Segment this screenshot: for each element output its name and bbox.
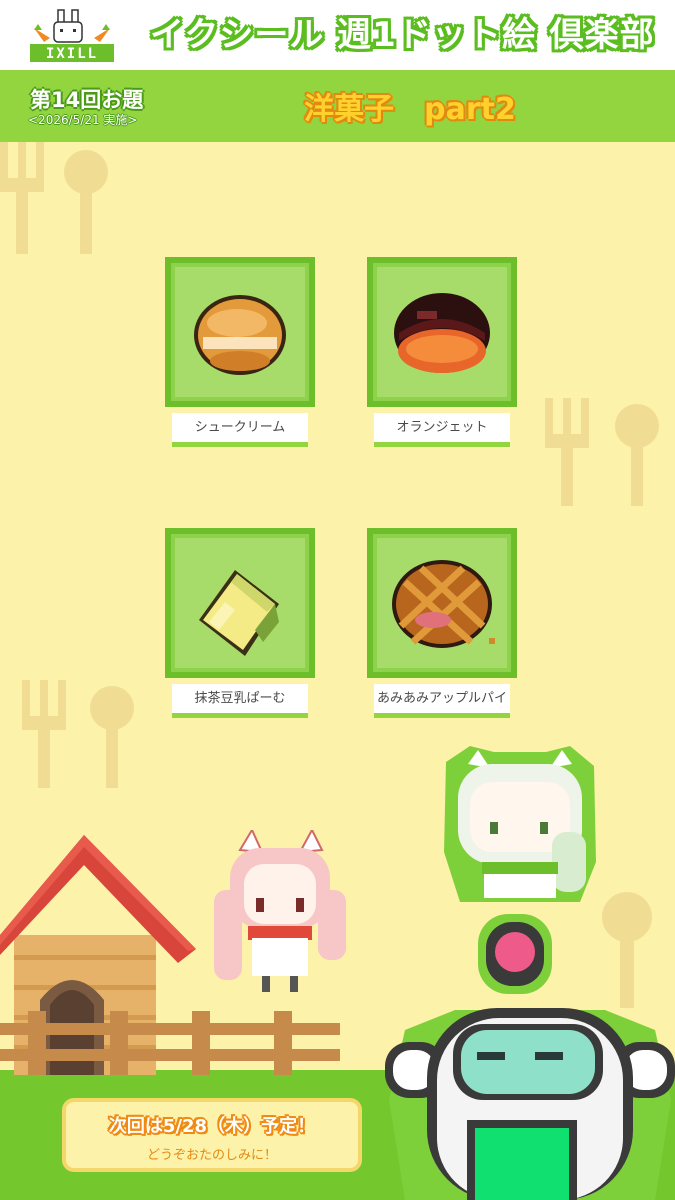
item-label: 抹茶豆乳ぱーむ [172,684,308,718]
logo-text: IXILL [45,46,99,62]
lattice-apple-pie-icon [392,560,495,648]
fork-spoon-icon [22,680,134,788]
cream-puff-icon [194,295,286,375]
theme-title: 洋菓子 part2 [304,92,516,127]
site-title: イクシール 週1ドット絵 倶楽部 [150,15,655,55]
robot-mascot [385,1008,675,1200]
fork-spoon-icon [0,142,108,254]
orangette-icon [394,293,490,373]
fence-icon [0,1011,340,1075]
item-tile-matcha-cake[interactable] [165,528,315,678]
item-label: あみあみアップルパイ [374,684,510,718]
pink-hair-character [214,830,346,992]
next-notice-main: 次回は5/28（木）予定！ [108,1116,316,1137]
next-notice: 次回は5/28（木）予定！ どうぞおたのしみに！ [62,1098,362,1172]
matcha-soy-cake-icon [199,570,279,656]
pink-ball-icon [478,914,552,994]
item-label: オランジェット [374,413,510,447]
round-date: <2026/5/21 実施> [28,113,138,127]
silver-hair-character [444,746,596,902]
logo[interactable]: IXILL [28,8,116,64]
round-number-label: 第14回お題 [30,88,144,112]
item-tile-orangette[interactable] [367,257,517,407]
header: IXILL イクシール 週1ドット絵 倶楽部 [0,0,675,70]
next-notice-sub: どうぞおたのしみに！ [146,1148,277,1163]
fork-spoon-icon [545,398,659,506]
item-label: シュークリーム [172,413,308,447]
item-tile-cream-puff[interactable] [165,257,315,407]
item-tile-apple-pie[interactable] [367,528,517,678]
